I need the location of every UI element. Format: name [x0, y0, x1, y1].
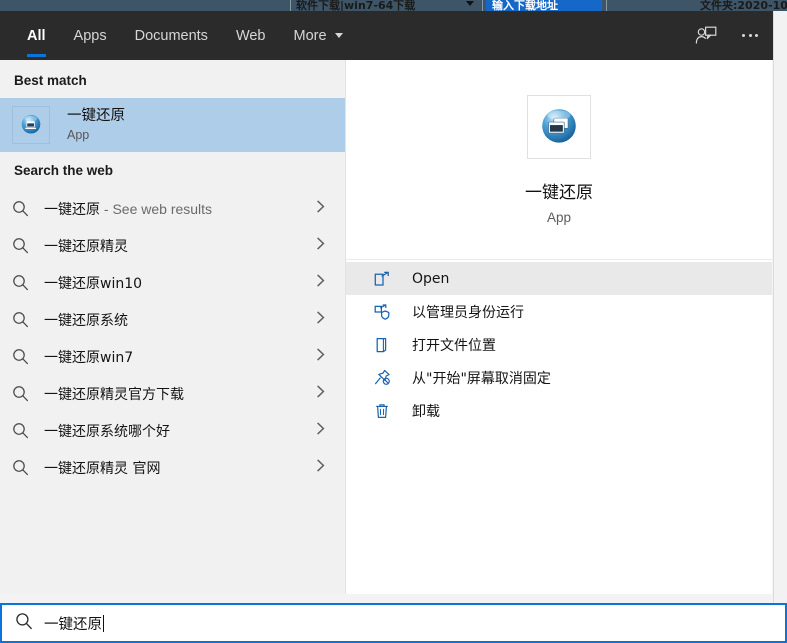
chevron-right-icon — [316, 347, 325, 366]
search-input-bar[interactable]: 一键还原 — [0, 603, 787, 643]
web-result-row-2[interactable]: 一键还原精灵 — [0, 227, 345, 264]
results-left-column: Best match — [0, 60, 346, 594]
tab-documents-label: Documents — [135, 28, 208, 44]
shield-admin-icon — [371, 304, 393, 320]
best-match-result-row[interactable]: 一键还原 App — [0, 98, 345, 152]
folder-location-icon — [371, 337, 393, 353]
web-result-row-1[interactable]: 一键还原 - See web results — [0, 190, 345, 227]
background-text-item-right: 文件夹:2020-10 — [700, 0, 787, 11]
desktop-background-sliver — [773, 11, 787, 603]
preview-app-title: 一键还原 — [525, 178, 593, 203]
search-magnifier-icon — [12, 422, 38, 439]
search-input-value-wrapper[interactable]: 一键还原 — [44, 613, 104, 634]
tab-all-label: All — [27, 28, 46, 44]
app-preview-card: 一键还原 App — [346, 60, 772, 260]
best-match-title: 一键还原 — [67, 108, 125, 125]
search-magnifier-icon — [12, 274, 38, 291]
best-match-section-label: Best match — [0, 60, 345, 98]
header-action-group — [693, 11, 763, 60]
search-flyout-panel: All Apps Documents Web More — [0, 11, 773, 643]
chevron-down-icon — [335, 33, 343, 38]
chevron-right-icon — [316, 236, 325, 255]
web-result-label: 一键还原系统哪个好 — [44, 421, 170, 441]
app-actions-list: Open 以管理员身份运行 — [346, 260, 772, 427]
search-magnifier-icon — [15, 612, 33, 635]
action-open-label: Open — [412, 271, 449, 287]
web-result-row-3[interactable]: 一键还原win10 — [0, 264, 345, 301]
preview-icon-frame — [527, 95, 591, 159]
tab-web-label: Web — [236, 28, 266, 44]
web-result-row-5[interactable]: 一键还原win7 — [0, 338, 345, 375]
background-dropdown-caret-icon — [466, 1, 474, 6]
web-result-label: 一键还原精灵 — [44, 236, 128, 256]
web-results-list: 一键还原 - See web results 一键还原精灵 — [0, 190, 345, 486]
unpin-icon — [371, 369, 393, 386]
search-the-web-section-label: Search the web — [0, 152, 345, 188]
web-result-row-6[interactable]: 一键还原精灵官方下载 — [0, 375, 345, 412]
background-text-item-highlighted: 输入下载地址 — [492, 0, 558, 11]
web-result-label: 一键还原精灵官方下载 — [44, 384, 184, 404]
tab-more-label: More — [294, 28, 327, 44]
chevron-right-icon — [316, 458, 325, 477]
search-magnifier-icon — [12, 348, 38, 365]
open-external-icon — [371, 271, 393, 287]
search-magnifier-icon — [12, 385, 38, 402]
feedback-person-icon[interactable] — [693, 23, 719, 49]
tab-apps[interactable]: Apps — [60, 11, 121, 60]
search-results-body: Best match — [0, 60, 773, 594]
preview-app-subtitle: App — [547, 210, 571, 225]
web-result-row-7[interactable]: 一键还原系统哪个好 — [0, 412, 345, 449]
web-result-label: 一键还原精灵 官网 — [44, 458, 160, 478]
best-match-subtitle: App — [67, 127, 125, 143]
more-options-ellipsis-icon[interactable] — [737, 23, 763, 49]
search-magnifier-icon — [12, 459, 38, 476]
search-filter-tabbar: All Apps Documents Web More — [0, 11, 773, 60]
tab-documents[interactable]: Documents — [121, 11, 222, 60]
action-unpin-from-start[interactable]: 从"开始"屏幕取消固定 — [346, 361, 772, 394]
chevron-right-icon — [316, 273, 325, 292]
one-key-restore-app-icon — [537, 105, 581, 149]
chevron-right-icon — [316, 310, 325, 329]
action-open-file-location-label: 打开文件位置 — [412, 335, 496, 355]
search-magnifier-icon — [12, 311, 38, 328]
action-run-as-admin-label: 以管理员身份运行 — [412, 302, 524, 322]
tab-more[interactable]: More — [280, 11, 357, 60]
chevron-right-icon — [316, 421, 325, 440]
action-unpin-from-start-label: 从"开始"屏幕取消固定 — [412, 368, 551, 388]
tab-all[interactable]: All — [13, 11, 60, 60]
one-key-restore-app-icon — [19, 113, 43, 137]
web-result-row-4[interactable]: 一键还原系统 — [0, 301, 345, 338]
action-open-file-location[interactable]: 打开文件位置 — [346, 328, 772, 361]
best-match-icon-frame — [12, 106, 50, 144]
tab-web[interactable]: Web — [222, 11, 280, 60]
tab-apps-label: Apps — [74, 28, 107, 44]
action-open[interactable]: Open — [346, 262, 772, 295]
preview-right-column: 一键还原 App Open — [346, 60, 772, 594]
search-magnifier-icon — [12, 237, 38, 254]
action-uninstall-label: 卸载 — [412, 401, 440, 421]
web-result-label: 一键还原win10 — [44, 273, 142, 293]
web-result-label: 一键还原win7 — [44, 347, 133, 367]
web-result-row-8[interactable]: 一键还原精灵 官网 — [0, 449, 345, 486]
background-text-item: 软件下载|win7-64下载 — [296, 0, 415, 11]
tab-list: All Apps Documents Web More — [0, 11, 773, 60]
search-magnifier-icon — [12, 200, 38, 217]
search-input-value: 一键还原 — [44, 617, 102, 633]
text-cursor — [103, 615, 104, 632]
chevron-right-icon — [316, 199, 325, 218]
best-match-text-block: 一键还原 App — [67, 108, 125, 143]
trash-uninstall-icon — [371, 403, 393, 419]
action-run-as-admin[interactable]: 以管理员身份运行 — [346, 295, 772, 328]
web-result-label: 一键还原 - See web results — [44, 199, 212, 219]
action-uninstall[interactable]: 卸载 — [346, 394, 772, 427]
chevron-right-icon — [316, 384, 325, 403]
background-desktop-strip: 软件下载|win7-64下载 输入下载地址 文件夹:2020-10 — [0, 0, 787, 11]
web-result-label: 一键还原系统 — [44, 310, 128, 330]
